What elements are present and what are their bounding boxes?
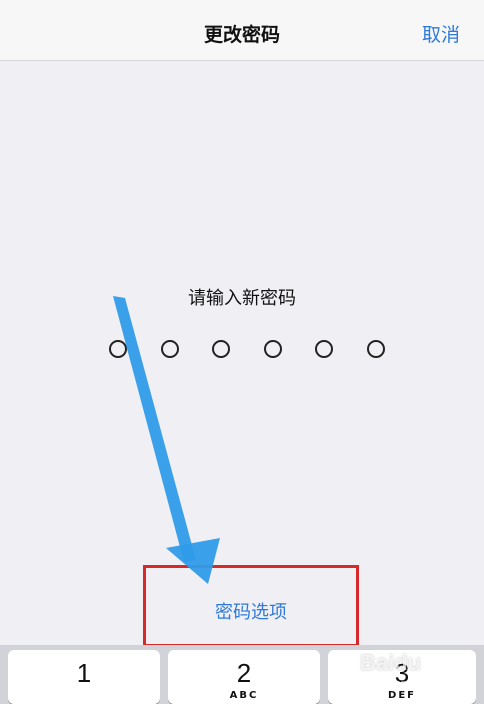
key-1[interactable]: 1 [8, 650, 160, 704]
baidu-watermark: Baidu [360, 650, 422, 675]
passcode-options-button[interactable]: 密码选项 [143, 598, 359, 624]
passcode-dot-1 [109, 340, 127, 358]
passcode-dot-6 [366, 340, 385, 358]
arrow-shaft [113, 296, 196, 562]
cancel-button[interactable]: 取消 [422, 20, 460, 47]
passcode-dot-5 [315, 340, 334, 358]
key-1-number: 1 [76, 658, 92, 688]
key-2-letters: ABC [229, 690, 259, 701]
passcode-dot-2 [160, 340, 179, 358]
key-2-number: 2 [236, 658, 252, 688]
page-title: 更改密码 [203, 24, 280, 46]
key-3-letters: DEF [388, 690, 416, 701]
baidu-watermark-url: jingyan.baidu.com [372, 678, 461, 690]
passcode-dot-3 [212, 340, 231, 358]
passcode-prompt: 请输入新密码 [188, 288, 296, 309]
key-2[interactable]: 2 ABC [168, 650, 320, 704]
passcode-dot-4 [263, 340, 282, 358]
passcode-dots [109, 340, 385, 362]
navigation-bar: 更改密码 取消 [0, 0, 484, 61]
